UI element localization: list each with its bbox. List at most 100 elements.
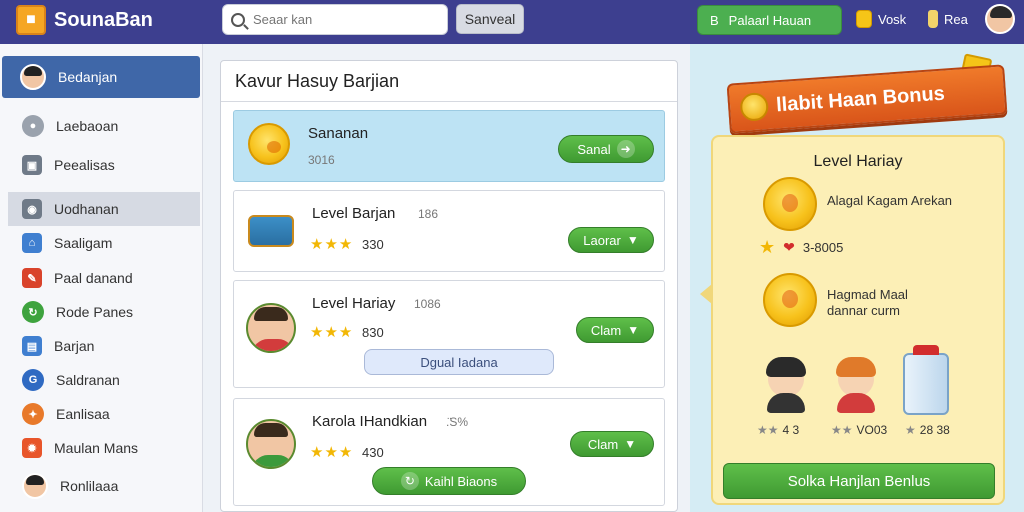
search-bar[interactable] (222, 4, 448, 35)
card-sub: 186 (418, 207, 439, 221)
coins-counter[interactable]: Vosk (856, 10, 906, 28)
list-item[interactable]: Karola IHandkian .̈S% ★★★ 430 Clam ▼ ↻ K… (233, 398, 665, 506)
chevron-down-icon: ▼ (627, 323, 640, 337)
card-title: Karola IHandkian (312, 413, 428, 430)
star-icon: ★★ (831, 423, 853, 437)
list-item[interactable]: Level Hariay 1086 ★★★ 830 Clam ▼ Dgual I… (233, 280, 665, 388)
bonus-title: Level Hariay (813, 153, 903, 170)
reward-line-2: dannar curm (827, 303, 900, 318)
reward-text: Hagmad Maal dannar curm (827, 287, 908, 319)
sidebar-item-label: Saldranan (56, 372, 120, 388)
arrow-right-icon: ➜ (616, 140, 635, 158)
star-icon: ★ (759, 237, 776, 257)
card-title: Level Hariay (312, 295, 396, 312)
sidebar-item-label: Paal danand (54, 270, 133, 286)
wand-icon: ✦ (22, 403, 44, 425)
sidebar-item-label: Barjan (54, 338, 95, 354)
card-sub: 1086 (414, 297, 441, 311)
sidebar-item-6[interactable]: ↻ Rode Panes (8, 295, 200, 329)
sidebar-item-label: Laebaoan (56, 118, 119, 134)
sidebar: Bedanjan ● Laebaoan ▣ Peealisas ◉ Uodhan… (0, 44, 203, 512)
character-hair (766, 357, 806, 377)
card-title: Level Barjan (312, 205, 396, 222)
card-action-button[interactable]: Laorar ▼ (568, 227, 654, 253)
star-icon: ★★ (757, 423, 779, 437)
claim-button[interactable]: Clam ▼ (570, 431, 654, 457)
sidebar-item-4[interactable]: ⌂ Saaligam (8, 226, 200, 260)
secondary-button-label: Kaihl Biaons (424, 473, 498, 489)
character-body (767, 393, 805, 413)
bonus-panel: Level Hariay Alagal Kagam Arekan ★ ❤ 3-8… (711, 135, 1005, 505)
sidebar-item-2[interactable]: ▣ Peealisas (8, 148, 200, 182)
character-boy[interactable] (761, 357, 811, 413)
sidebar-item-label: Ronlilaaa (60, 478, 119, 494)
g-icon: G (22, 369, 44, 391)
avatar (20, 64, 46, 90)
sidebar-item-7[interactable]: ▤ Barjan (8, 329, 200, 363)
main-panel: Kavur Hasuy Barjian Sananan 3016 Sanal ➜… (220, 60, 678, 512)
sidebar-item-label: Peealisas (54, 157, 115, 173)
claim-bonus-button[interactable]: Solka Hanjlan Benlus (723, 463, 995, 499)
sidebar-item-10[interactable]: ✹ Maulan Mans (8, 431, 200, 465)
rating-value: 430 (362, 445, 384, 460)
coin-icon (763, 273, 817, 327)
chevron-down-icon: ▼ (624, 437, 637, 451)
card-sub: 3016 (308, 153, 335, 167)
character-hair (836, 357, 876, 377)
sidebar-item-1[interactable]: ● Laebaoan (8, 109, 200, 143)
pencil-icon: ✎ (22, 268, 42, 288)
character-girl[interactable] (831, 357, 881, 413)
sidebar-item-label: Maulan Mans (54, 440, 139, 456)
sidebar-item-label: Uodhanan (54, 201, 119, 217)
person-icon: ● (22, 115, 44, 137)
app-logo[interactable]: ■ SounaBan (16, 5, 153, 35)
can-icon[interactable] (903, 345, 949, 415)
sidebar-item-5[interactable]: ✎ Paal danand (8, 261, 200, 295)
character-caption: ★★ VO03 (831, 423, 887, 437)
claim-label: Clam (590, 322, 622, 338)
chest-icon (248, 215, 294, 247)
character-body (837, 393, 875, 413)
star-icon: ★ (905, 423, 916, 437)
search-icon (231, 12, 245, 27)
coin-icon (739, 91, 770, 122)
app-name: SounaBan (54, 8, 153, 31)
search-button[interactable]: Sanveal (456, 4, 524, 34)
caption-value: VO03 (856, 423, 888, 437)
coins-label: Vosk (878, 11, 907, 27)
top-action-button-icon: B (710, 12, 719, 28)
card-sub: .̈S% (446, 415, 469, 429)
camera-icon: ◉ (22, 199, 42, 219)
sidebar-item-label: Bedanjan (58, 69, 118, 85)
sidebar-item-9[interactable]: ✦ Eanlisaa (8, 397, 200, 431)
sidebar-item-3[interactable]: ◉ Uodhanan (8, 192, 200, 226)
rating-value: 330 (362, 237, 384, 252)
search-input[interactable] (253, 12, 433, 27)
caption-value: 28 38 (919, 423, 950, 437)
reward-line-1: Hagmad Maal (827, 287, 908, 302)
secondary-button[interactable]: ↻ Kaihl Biaons (372, 467, 526, 495)
secondary-button[interactable]: Dgual Iadana (364, 349, 554, 375)
user-avatar[interactable] (985, 4, 1015, 34)
coin-icon (248, 123, 290, 165)
card-action-button[interactable]: Sanal ➜ (558, 135, 654, 163)
star-rating: ★★★ (310, 444, 354, 461)
reward-text: Alagal Kagam Arekan (827, 193, 953, 208)
sidebar-item-8[interactable]: G Saldranan (8, 363, 200, 397)
star-rating: ★★★ (310, 324, 354, 341)
list-item[interactable]: Sananan 3016 Sanal ➜ (233, 110, 665, 182)
sidebar-item-0[interactable]: Bedanjan (2, 56, 200, 98)
sidebar-item-11[interactable]: Ronlilaaa (8, 469, 200, 503)
list-item[interactable]: Level Barjan 186 ★★★ 330 Laorar ▼ (233, 190, 665, 272)
avatar (246, 419, 296, 469)
top-action-button[interactable]: B Palaarl Hauan (697, 5, 842, 35)
reward-row: ★ ❤ 3-8005 (759, 237, 843, 258)
claim-button[interactable]: Clam ▼ (576, 317, 654, 343)
claim-label: Clam (587, 436, 619, 452)
box-icon: ▣ (22, 155, 42, 175)
drink-label: Rea (944, 11, 968, 27)
drink-counter[interactable]: Rea (928, 10, 968, 28)
top-action-button-label: Palaarl Hauan (728, 12, 812, 28)
card-title: Sananan (308, 125, 369, 142)
avatar (246, 303, 296, 353)
